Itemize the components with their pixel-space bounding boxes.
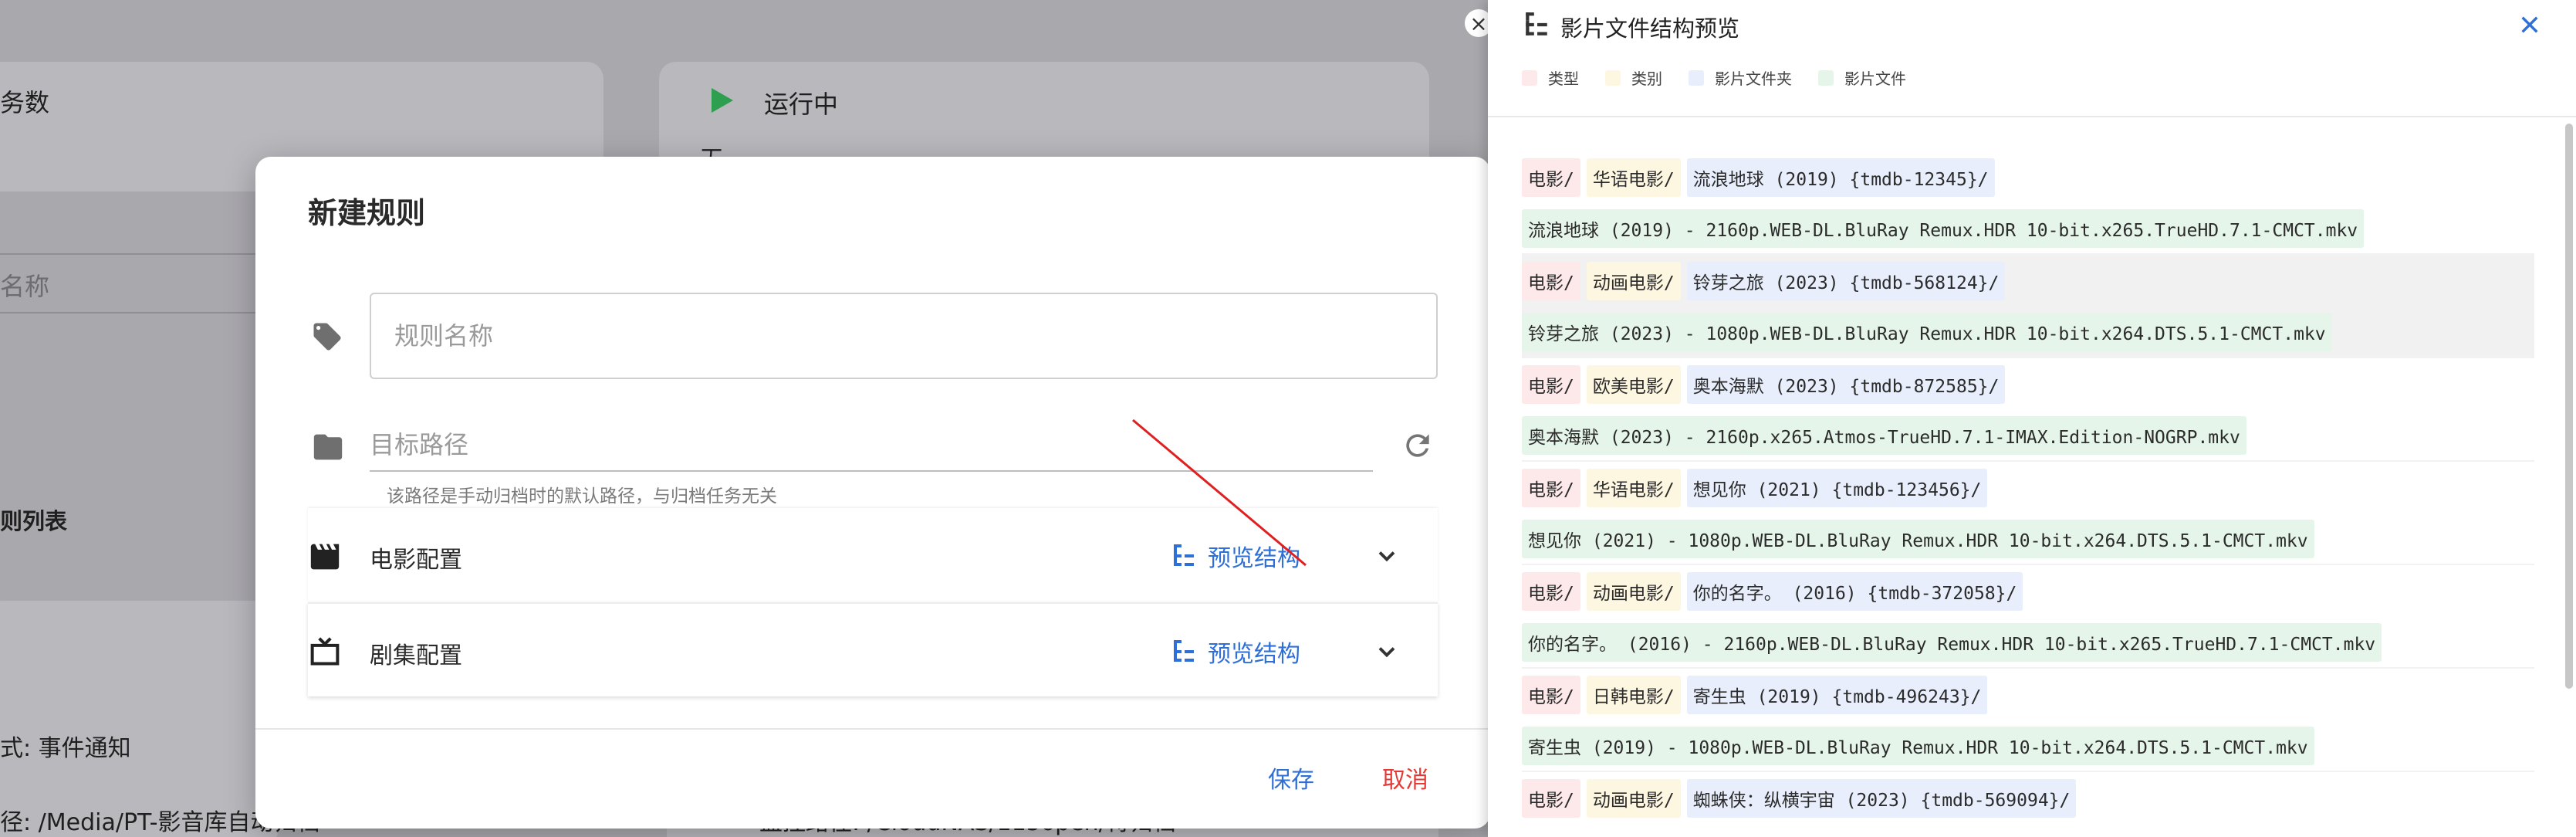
rule-notify-text: 式: 事件通知 — [0, 735, 131, 762]
file-chip: 奥本海默 (2023) - 2160p.x265.Atmos-TrueHD.7.… — [1522, 415, 2246, 455]
legend-swatch — [1522, 69, 1537, 86]
folder-chip: 你的名字。 (2016) {tmdb-372058}/ — [1686, 571, 2023, 611]
legend-label: 类型 — [1548, 69, 1579, 88]
category-chip: 日韩电影/ — [1586, 675, 1681, 714]
type-chip: 电影/ — [1522, 675, 1580, 714]
save-button[interactable]: 保存 — [1268, 761, 1314, 795]
folder-row: 电影/日韩电影/寄生虫 (2019) {tmdb-496243}/ — [1522, 669, 2534, 720]
type-chip: 电影/ — [1522, 468, 1580, 507]
tv-preview-label: 预览结构 — [1208, 641, 1300, 668]
structure-tree: 电影/华语电影/流浪地球 (2019) {tmdb-12345}/ 流浪地球 (… — [1522, 151, 2534, 824]
path-hint: 该路径是手动归档时的默认路径，与归档任务无关 — [387, 486, 777, 507]
folder-row: 电影/华语电影/想见你 (2021) {tmdb-123456}/ — [1522, 462, 2534, 513]
file-chip: 想见你 (2021) - 1080p.WEB-DL.BluRay Remux.H… — [1522, 519, 2314, 558]
file-row: 你的名字。 (2016) - 2160p.WEB-DL.BluRay Remux… — [1522, 617, 2534, 669]
folder-row: 电影/动画电影/你的名字。 (2016) {tmdb-372058}/ — [1522, 565, 2534, 617]
file-chip: 寄生虫 (2019) - 1080p.WEB-DL.BluRay Remux.H… — [1522, 726, 2314, 765]
tree-structure-icon — [1526, 12, 1547, 36]
legend-item: 类型 — [1522, 66, 1579, 89]
legend-swatch — [1605, 69, 1621, 86]
folder-chip: 寄生虫 (2019) {tmdb-496243}/ — [1686, 675, 1988, 714]
chevron-down-icon[interactable] — [1373, 542, 1401, 570]
tv-config-panel[interactable]: 剧集配置 预览结构 — [308, 602, 1438, 696]
tv-icon — [310, 637, 340, 666]
drawer-title: 影片文件结构预览 — [1560, 15, 1740, 42]
file-chip: 铃芽之旅 (2023) - 1080p.WEB-DL.BluRay Remux.… — [1522, 312, 2332, 351]
legend-swatch — [1689, 69, 1704, 86]
folder-chip: 蜘蛛侠：纵横宇宙 (2023) {tmdb-569094}/ — [1686, 778, 2077, 818]
play-icon — [712, 88, 733, 113]
legend-item: 影片文件夹 — [1689, 66, 1792, 89]
cancel-button[interactable]: 取消 — [1382, 761, 1428, 795]
folder-chip: 流浪地球 (2019) {tmdb-12345}/ — [1686, 158, 1995, 197]
search-placeholder: 名称 — [0, 272, 50, 301]
file-row: 想见你 (2021) - 1080p.WEB-DL.BluRay Remux.H… — [1522, 513, 2534, 565]
file-chip: 你的名字。 (2016) - 2160p.WEB-DL.BluRay Remux… — [1522, 622, 2382, 662]
folder-chip: 奥本海默 (2023) {tmdb-872585}/ — [1686, 364, 2006, 404]
legend: 类型 类别 影片文件夹 影片文件 — [1522, 66, 1906, 89]
annotation-arrow — [1132, 418, 1307, 567]
type-chip: 电影/ — [1522, 778, 1580, 818]
dialog-divider — [255, 728, 1490, 730]
folder-chip: 想见你 (2021) {tmdb-123456}/ — [1686, 468, 1988, 507]
legend-label: 类别 — [1631, 69, 1662, 88]
tv-config-label: 剧集配置 — [370, 642, 462, 669]
file-row: 铃芽之旅 (2023) - 1080p.WEB-DL.BluRay Remux.… — [1522, 307, 2534, 358]
type-chip: 电影/ — [1522, 158, 1580, 197]
file-row: 寄生虫 (2019) - 1080p.WEB-DL.BluRay Remux.H… — [1522, 720, 2534, 772]
structure-preview-drawer: 影片文件结构预览 类型 类别 影片文件夹 影片文件 电影/华语电影/流浪地球 (… — [1488, 0, 2576, 837]
folder-chip: 铃芽之旅 (2023) {tmdb-568124}/ — [1686, 261, 2006, 300]
category-chip: 华语电影/ — [1586, 468, 1681, 507]
drawer-scrollbar[interactable] — [2565, 124, 2573, 689]
category-chip: 欧美电影/ — [1586, 364, 1681, 404]
drawer-header: 影片文件结构预览 类型 类别 影片文件夹 影片文件 — [1488, 0, 2576, 117]
folder-row: 电影/动画电影/蜘蛛侠：纵横宇宙 (2023) {tmdb-569094}/ — [1522, 772, 2534, 824]
folder-icon — [313, 434, 343, 460]
tag-icon — [313, 323, 341, 351]
folder-row: 电影/华语电影/流浪地球 (2019) {tmdb-12345}/ — [1522, 151, 2534, 203]
clapperboard-icon — [310, 544, 340, 570]
movie-config-label: 电影配置 — [370, 547, 462, 574]
tv-preview-button[interactable]: 预览结构 — [1172, 630, 1300, 673]
category-chip: 动画电影/ — [1586, 571, 1681, 611]
dialog-title: 新建规则 — [308, 196, 426, 230]
type-chip: 电影/ — [1522, 364, 1580, 404]
folder-row: 电影/动画电影/铃芽之旅 (2023) {tmdb-568124}/ — [1522, 255, 2534, 307]
status-label: 运行中 — [764, 90, 839, 119]
legend-item: 影片文件 — [1818, 66, 1906, 89]
category-chip: 动画电影/ — [1586, 778, 1681, 818]
refresh-icon[interactable] — [1401, 429, 1435, 463]
legend-label: 影片文件 — [1844, 69, 1906, 88]
tree-structure-icon — [1174, 640, 1194, 662]
stats-card-tasks-label: 务数 — [0, 88, 50, 117]
file-row: 流浪地球 (2019) - 2160p.WEB-DL.BluRay Remux.… — [1522, 203, 2534, 255]
type-chip: 电影/ — [1522, 261, 1580, 300]
legend-swatch — [1818, 69, 1834, 86]
rule-card — [0, 601, 278, 837]
category-chip: 动画电影/ — [1586, 261, 1681, 300]
legend-item: 类别 — [1605, 66, 1662, 89]
section-title: 则列表 — [0, 508, 68, 534]
chevron-down-icon[interactable] — [1373, 638, 1401, 666]
rule-name-input[interactable] — [370, 293, 1438, 379]
file-chip: 流浪地球 (2019) - 2160p.WEB-DL.BluRay Remux.… — [1522, 208, 2365, 248]
legend-label: 影片文件夹 — [1715, 69, 1792, 88]
close-icon[interactable] — [2517, 12, 2542, 37]
category-chip: 华语电影/ — [1586, 158, 1681, 197]
folder-row: 电影/欧美电影/奥本海默 (2023) {tmdb-872585}/ — [1522, 358, 2534, 410]
file-row: 奥本海默 (2023) - 2160p.x265.Atmos-TrueHD.7.… — [1522, 410, 2534, 462]
type-chip: 电影/ — [1522, 571, 1580, 611]
